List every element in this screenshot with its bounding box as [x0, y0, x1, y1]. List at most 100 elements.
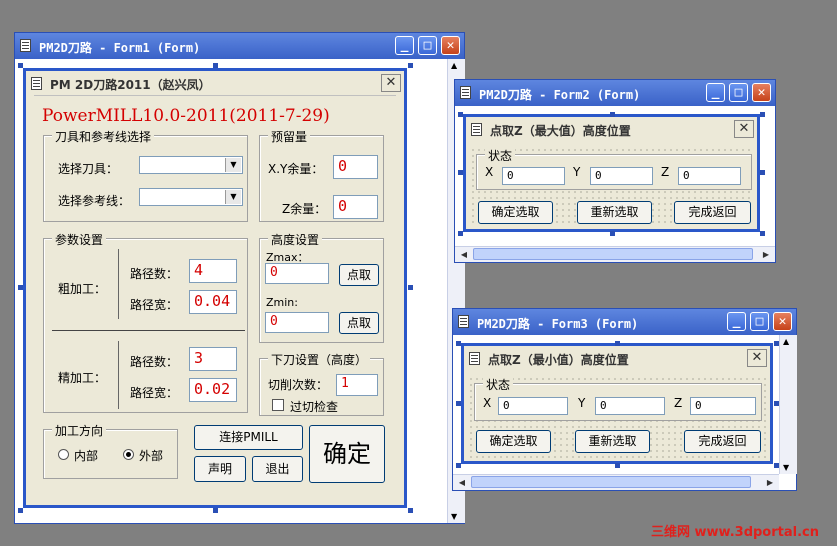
form3-titlebar: 点取Z（最小值）高度位置 ✕ [464, 346, 770, 370]
selection-handle[interactable] [456, 401, 461, 406]
frame-label: 高度设置 [268, 231, 323, 248]
scroll-right-arrow-icon[interactable]: ▶ [762, 475, 778, 490]
x-input[interactable]: 0 [498, 397, 568, 415]
scroll-down-arrow-icon[interactable]: ▼ [451, 512, 457, 521]
selection-handle[interactable] [18, 508, 23, 513]
chevron-down-icon[interactable]: ▼ [225, 190, 241, 204]
form1-titlebar[interactable]: PM2D刀路 - Form1 (Form) _ □ ✕ [15, 33, 464, 59]
frame-label: 参数设置 [52, 231, 107, 248]
selection-handle[interactable] [458, 170, 463, 175]
selection-handle[interactable] [408, 285, 413, 290]
scroll-right-arrow-icon[interactable]: ▶ [758, 247, 774, 262]
maximize-button[interactable]: □ [750, 312, 769, 331]
selection-handle[interactable] [18, 285, 23, 290]
scroll-up-arrow-icon[interactable]: ▲ [451, 61, 457, 70]
form2-close-button[interactable]: ✕ [734, 120, 754, 138]
selection-handle[interactable] [458, 231, 463, 236]
selection-handle[interactable] [408, 63, 413, 68]
minimize-button[interactable]: _ [706, 83, 725, 102]
form2-title: 点取Z（最大值）高度位置 [490, 124, 631, 138]
xy-stock-input[interactable]: 0 [333, 155, 378, 179]
selection-handle[interactable] [760, 170, 765, 175]
selection-handle[interactable] [18, 63, 23, 68]
scroll-left-arrow-icon[interactable]: ◀ [454, 475, 470, 490]
scroll-thumb[interactable] [473, 248, 753, 260]
form3: 点取Z（最小值）高度位置 ✕ 状态 X 0 Y 0 Z 0 确定选取 重新选取 … [461, 343, 773, 464]
selection-handle[interactable] [615, 463, 620, 468]
overcut-checkbox[interactable] [272, 399, 284, 411]
declare-button[interactable]: 声明 [194, 456, 246, 482]
selection-handle[interactable] [760, 112, 765, 117]
maximize-button[interactable]: □ [729, 83, 748, 102]
chevron-down-icon[interactable]: ▼ [225, 158, 241, 172]
scroll-down-arrow-icon[interactable]: ▼ [783, 463, 789, 472]
confirm-select-button[interactable]: 确定选取 [478, 201, 553, 224]
close-button[interactable]: ✕ [773, 312, 792, 331]
cuts-input[interactable]: 1 [336, 374, 378, 396]
form3-close-button[interactable]: ✕ [747, 349, 767, 367]
form1-close-button[interactable]: ✕ [381, 74, 401, 92]
form2: 点取Z（最大值）高度位置 ✕ 状态 X 0 Y 0 Z 0 确定选取 重新选取 … [463, 114, 760, 232]
finish-width-input[interactable]: 0.02 [189, 378, 237, 402]
horizontal-scrollbar[interactable]: ◀ ▶ [453, 474, 779, 490]
selection-handle[interactable] [458, 112, 463, 117]
tool-combobox[interactable]: ▼ [139, 156, 243, 174]
y-input[interactable]: 0 [590, 167, 653, 185]
zmin-input[interactable]: 0 [265, 312, 329, 333]
selection-handle[interactable] [774, 341, 779, 346]
form-document-icon [20, 39, 31, 52]
selection-handle[interactable] [615, 341, 620, 346]
pick-zmax-button[interactable]: 点取 [339, 264, 379, 286]
close-button[interactable]: ✕ [441, 36, 460, 55]
close-button[interactable]: ✕ [752, 83, 771, 102]
vertical-scrollbar[interactable]: ▲ ▼ [779, 335, 797, 474]
selection-handle[interactable] [610, 112, 615, 117]
rough-count-input[interactable]: 4 [189, 259, 237, 283]
minimize-button[interactable]: _ [395, 36, 414, 55]
minimize-button[interactable]: _ [727, 312, 746, 331]
z-stock-input[interactable]: 0 [333, 195, 378, 219]
scroll-up-arrow-icon[interactable]: ▲ [783, 337, 789, 346]
z-input[interactable]: 0 [690, 397, 756, 415]
form3-title: 点取Z（最小值）高度位置 [488, 353, 629, 367]
form3-titlebar[interactable]: PM2D刀路 - Form3 (Form) _ □ ✕ [453, 309, 796, 335]
selection-handle[interactable] [610, 231, 615, 236]
zmax-input[interactable]: 0 [265, 263, 329, 284]
inner-radio[interactable] [58, 449, 69, 460]
form-document-icon [469, 352, 480, 365]
form2-titlebar[interactable]: PM2D刀路 - Form2 (Form) _ □ ✕ [455, 80, 775, 106]
selection-handle[interactable] [774, 401, 779, 406]
selection-handle[interactable] [408, 508, 413, 513]
finish-count-input[interactable]: 3 [189, 347, 237, 371]
selection-handle[interactable] [456, 463, 461, 468]
z-input[interactable]: 0 [678, 167, 741, 185]
scroll-left-arrow-icon[interactable]: ◀ [456, 247, 472, 262]
selection-handle[interactable] [213, 63, 218, 68]
confirm-select-button[interactable]: 确定选取 [476, 430, 551, 453]
selection-handle[interactable] [774, 463, 779, 468]
form-document-icon [458, 315, 469, 328]
y-label: Y [573, 165, 581, 179]
done-return-button[interactable]: 完成返回 [684, 430, 761, 453]
x-input[interactable]: 0 [502, 167, 565, 185]
version-banner: PowerMILL10.0-2011(2011-7-29) [42, 106, 330, 126]
rough-width-input[interactable]: 0.04 [189, 290, 237, 314]
connect-pmill-button[interactable]: 连接PMILL [194, 425, 303, 450]
outer-radio[interactable] [123, 449, 134, 460]
form1-window-title: PM2D刀路 - Form1 (Form) [39, 41, 201, 55]
done-return-button[interactable]: 完成返回 [674, 201, 751, 224]
selection-handle[interactable] [760, 231, 765, 236]
selection-handle[interactable] [213, 508, 218, 513]
scroll-thumb[interactable] [471, 476, 751, 488]
selection-handle[interactable] [456, 341, 461, 346]
horizontal-scrollbar[interactable]: ◀ ▶ [455, 246, 775, 262]
exit-button[interactable]: 退出 [252, 456, 303, 482]
maximize-button[interactable]: □ [418, 36, 437, 55]
pick-zmin-button[interactable]: 点取 [339, 312, 379, 334]
ref-line-combobox[interactable]: ▼ [139, 188, 243, 206]
reselect-button[interactable]: 重新选取 [577, 201, 652, 224]
ok-button[interactable]: 确定 [309, 425, 385, 483]
y-input[interactable]: 0 [595, 397, 665, 415]
reselect-button[interactable]: 重新选取 [575, 430, 650, 453]
form2-titlebar: 点取Z（最大值）高度位置 ✕ [466, 117, 757, 141]
